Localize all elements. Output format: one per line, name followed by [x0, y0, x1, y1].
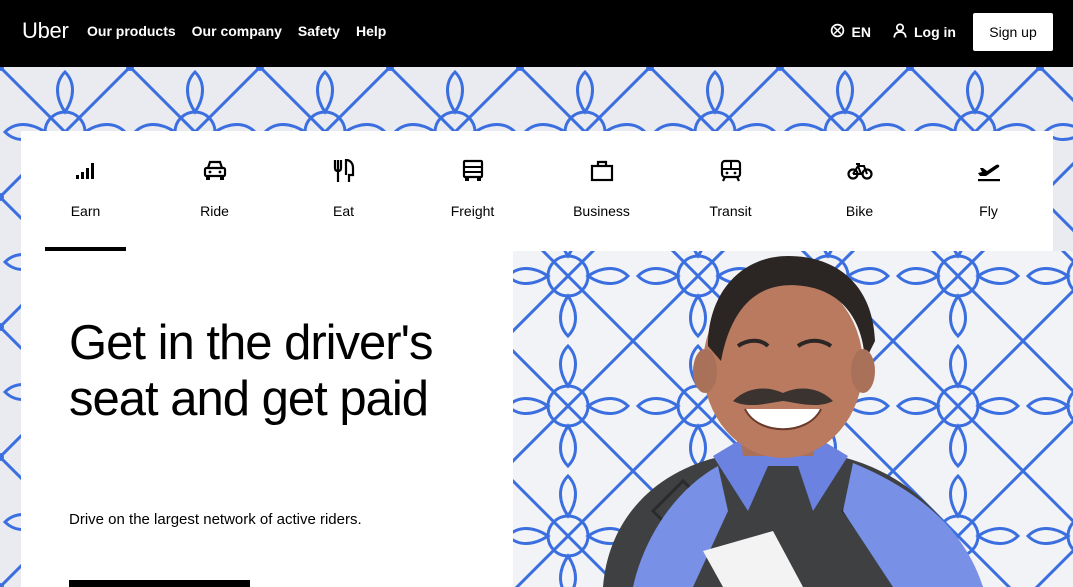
- tab-label: Business: [573, 203, 630, 219]
- login-button[interactable]: Log in: [893, 23, 956, 41]
- utensils-icon: [279, 159, 408, 183]
- tab-earn[interactable]: Earn: [21, 131, 150, 251]
- plane-icon: [924, 159, 1053, 183]
- product-tab-bar: Earn Ride Eat Freight Business Transit B…: [21, 131, 1053, 251]
- hero-title: Get in the driver's seat and get paid: [69, 316, 433, 426]
- language-label: EN: [851, 24, 871, 40]
- tab-fly[interactable]: Fly: [924, 131, 1053, 251]
- tab-ride[interactable]: Ride: [150, 131, 279, 251]
- bars-icon: [21, 159, 150, 183]
- tab-transit[interactable]: Transit: [666, 131, 795, 251]
- tab-label: Earn: [70, 203, 101, 219]
- tab-label: Freight: [450, 203, 495, 219]
- login-label: Log in: [914, 24, 956, 40]
- nav-link-help[interactable]: Help: [356, 23, 386, 39]
- car-icon: [150, 159, 279, 183]
- hero-cta-button[interactable]: [69, 580, 250, 587]
- tab-freight[interactable]: Freight: [408, 131, 537, 251]
- briefcase-icon: [537, 159, 666, 183]
- globe-icon: [830, 23, 845, 41]
- nav-link-our-company[interactable]: Our company: [192, 23, 282, 39]
- nav-links: Our products Our company Safety Help: [87, 23, 386, 39]
- tab-label: Fly: [979, 203, 998, 219]
- tab-label: Transit: [709, 203, 752, 219]
- nav-right: EN Log in Sign up: [830, 13, 1053, 51]
- bike-icon: [795, 159, 924, 183]
- hero-card: Get in the driver's seat and get paid Dr…: [21, 251, 513, 587]
- tab-label: Eat: [332, 203, 354, 219]
- tab-eat[interactable]: Eat: [279, 131, 408, 251]
- uber-logo[interactable]: Uber: [22, 18, 69, 44]
- driver-photo: [513, 251, 1073, 587]
- nav-link-our-products[interactable]: Our products: [87, 23, 176, 39]
- train-icon: [666, 159, 795, 183]
- tab-label: Bike: [845, 203, 874, 219]
- tab-label: Ride: [200, 203, 229, 219]
- signup-button[interactable]: Sign up: [973, 13, 1053, 51]
- truck-icon: [408, 159, 537, 183]
- hero-subtitle: Drive on the largest network of active r…: [69, 511, 362, 528]
- language-selector[interactable]: EN: [830, 23, 871, 41]
- tab-bike[interactable]: Bike: [795, 131, 924, 251]
- tab-business[interactable]: Business: [537, 131, 666, 251]
- person-icon: [893, 23, 907, 41]
- nav-link-safety[interactable]: Safety: [298, 23, 340, 39]
- top-nav: Uber Our products Our company Safety Hel…: [0, 0, 1073, 67]
